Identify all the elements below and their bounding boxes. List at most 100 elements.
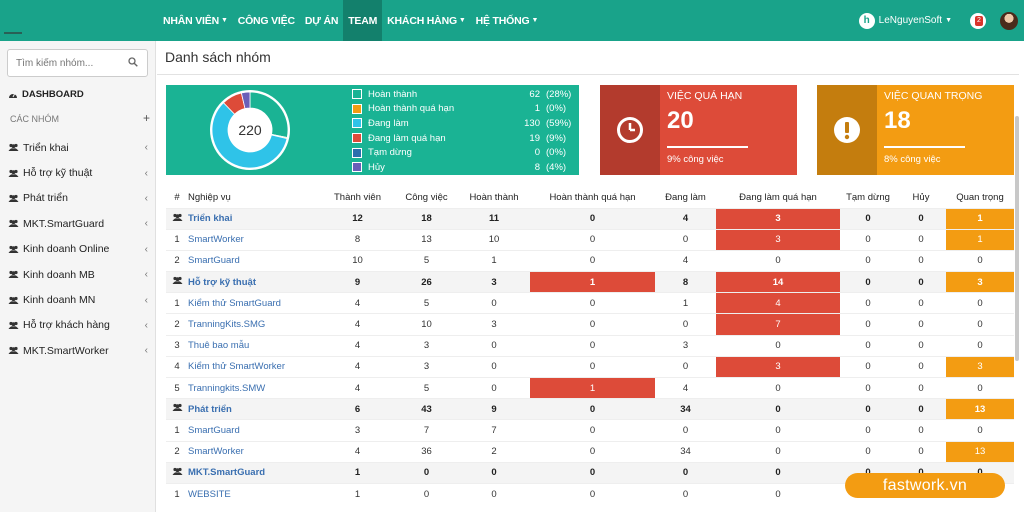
users-icon [172, 213, 182, 221]
row-name-link[interactable]: TranningKits.SMG [188, 313, 320, 336]
legend-percent: (9%) [546, 132, 567, 144]
sidebar-group-item[interactable]: Hỗ trợ kỹ thuật ‹ [0, 160, 156, 185]
cell-doing: 34 [655, 440, 716, 463]
cell-doing-late: 3 [716, 207, 840, 230]
user-area: h LeNguyenSoft ▼ 2 [858, 0, 1024, 41]
row-name-link[interactable]: WEBSITE [188, 482, 320, 505]
cell-doing: 4 [655, 207, 716, 230]
groups-category: CÁC NHÓM + [10, 112, 150, 124]
legend-swatch [352, 133, 362, 144]
cell-done-late: 0 [530, 482, 655, 505]
row-name-link[interactable]: Kiểm thử SmartWorker [188, 355, 320, 378]
column-header[interactable]: Nghiệp vụ [188, 187, 320, 208]
column-header[interactable]: Thành viên [320, 187, 395, 208]
column-header[interactable]: Đang làm quá hạn [716, 187, 840, 208]
sidebar-dashboard[interactable]: DASHBOARD [8, 89, 84, 100]
sidebar-group-item[interactable]: Kinh doanh MB ‹ [0, 262, 156, 287]
cell-done-late: 1 [530, 271, 655, 293]
nav-item[interactable]: HỆ THỐNG ▼ [471, 0, 544, 41]
row-name-link[interactable]: SmartGuard [188, 419, 320, 442]
cell-doing-late: 14 [716, 271, 840, 293]
sidebar-group-item[interactable]: Kinh doanh Online ‹ [0, 237, 156, 262]
sidebar-group-item[interactable]: Phát triển ‹ [0, 186, 156, 211]
chevron-left-icon: ‹ [144, 294, 148, 306]
cell-paused: 0 [840, 313, 896, 336]
overdue-title: VIỆC QUÁ HẠN [667, 90, 743, 102]
cell-paused: 0 [840, 271, 896, 293]
cell-doing-late: 0 [716, 398, 840, 420]
search-icon[interactable] [128, 57, 138, 67]
username-menu[interactable]: LeNguyenSoft [879, 15, 942, 26]
important-card[interactable]: VIỆC QUAN TRỌNG 18 8% công việc [817, 85, 1014, 175]
legend-swatch [352, 147, 362, 158]
cell-members: 12 [320, 207, 395, 230]
column-header[interactable]: # [166, 187, 188, 208]
legend-label: Hoàn thành [368, 88, 418, 100]
chevron-down-icon[interactable]: ▼ [945, 17, 952, 24]
legend-label: Đang làm quá hạn [368, 132, 446, 144]
nav-item[interactable]: NHÂN VIÊN ▼ [158, 0, 233, 41]
cell-tasks: 3 [395, 355, 458, 378]
column-header[interactable]: Quan trọng [946, 187, 1014, 208]
row-index: 2 [166, 440, 188, 463]
sidebar-group-item[interactable]: MKT.SmartGuard ‹ [0, 211, 156, 236]
notification-button[interactable]: 2 [970, 12, 986, 29]
sidebar-group-item[interactable]: Kinh doanh MN ‹ [0, 287, 156, 312]
column-header[interactable]: Công việc [395, 187, 458, 208]
row-name-link[interactable]: Triển khai [188, 207, 320, 230]
cell-doing: 34 [655, 398, 716, 420]
user-icon[interactable]: h [858, 12, 875, 29]
clock-icon [617, 117, 643, 143]
cell-cancel: 0 [896, 440, 946, 463]
group-list: Triển khai ‹ Hỗ trợ kỹ thuật ‹ Phát triển ‹ MK… [0, 135, 156, 364]
column-header[interactable]: Hoàn thành [458, 187, 530, 208]
cell-tasks: 3 [395, 334, 458, 357]
search-input[interactable] [16, 50, 128, 76]
row-name-link[interactable]: Thuê bao mẫu [188, 334, 320, 357]
row-name-link[interactable]: Kiểm thử SmartGuard [188, 292, 320, 314]
row-name-link[interactable]: MKT.SmartGuard [188, 461, 320, 484]
add-group-button[interactable]: + [143, 112, 150, 124]
row-users-icon-cell [166, 271, 188, 293]
users-icon [8, 245, 19, 253]
cell-doing-late: 0 [716, 419, 840, 442]
nav-item-label: TEAM [348, 14, 378, 27]
cell-members: 6 [320, 398, 395, 420]
cell-tasks: 7 [395, 419, 458, 442]
cell-members: 3 [320, 419, 395, 442]
row-name-link[interactable]: Phát triển [188, 398, 320, 420]
watermark: fastwork.vn [845, 473, 1005, 498]
row-name-link[interactable]: Tranningkits.SMW [188, 376, 320, 399]
sidebar-group-label: Hỗ trợ khách hàng [23, 319, 110, 332]
nav-item[interactable]: CÔNG VIỆC [233, 0, 300, 41]
cell-members: 4 [320, 313, 395, 336]
table-row: 1 SmartGuard 3 7 7 0 0 0 0 0 0 [166, 419, 1014, 442]
cell-doing: 0 [655, 419, 716, 442]
table-row: 1 Kiểm thử SmartGuard 4 5 0 0 1 4 0 0 0 [166, 292, 1014, 314]
sidebar-group-item[interactable]: Hỗ trợ khách hàng ‹ [0, 313, 156, 338]
avatar[interactable] [1000, 11, 1018, 30]
overdue-card[interactable]: VIỆC QUÁ HẠN 20 9% công việc [600, 85, 797, 175]
cell-important: 13 [946, 398, 1014, 420]
cell-done: 11 [458, 207, 530, 230]
nav-item[interactable]: TEAM [343, 0, 383, 41]
row-name-link[interactable]: Hỗ trợ kỹ thuật [188, 271, 320, 293]
column-header[interactable]: Hoàn thành quá hạn [530, 187, 655, 208]
cell-members: 4 [320, 292, 395, 314]
category-label: CÁC NHÓM [10, 114, 59, 124]
column-header[interactable]: Tạm dừng [840, 187, 896, 208]
sidebar-group-item[interactable]: MKT.SmartWorker ‹ [0, 338, 156, 363]
column-header[interactable]: Đang làm [655, 187, 716, 208]
row-name-link[interactable]: SmartWorker [188, 440, 320, 463]
chevron-down-icon: ▼ [531, 17, 539, 24]
cell-important: 0 [946, 334, 1014, 357]
row-name-link[interactable]: SmartGuard [188, 249, 320, 272]
sidebar-group-item[interactable]: Triển khai ‹ [0, 135, 156, 160]
column-header[interactable]: Hủy [896, 187, 946, 208]
nav-item[interactable]: KHÁCH HÀNG ▼ [382, 0, 470, 41]
row-name-link[interactable]: SmartWorker [188, 228, 320, 251]
scrollbar[interactable] [1015, 116, 1019, 361]
legend-swatch [352, 118, 362, 129]
nav-item[interactable]: DỰ ÁN [300, 0, 343, 41]
users-icon [8, 194, 19, 202]
